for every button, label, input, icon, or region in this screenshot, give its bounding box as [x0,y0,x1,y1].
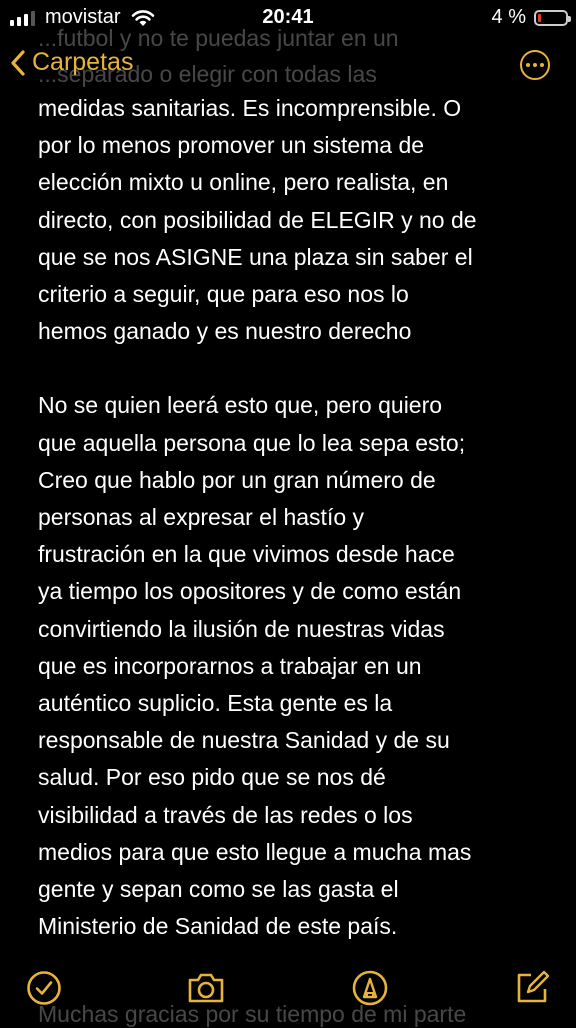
status-bar: movistar 20:41 4 % [0,0,576,34]
camera-button[interactable] [186,968,226,1008]
status-right: 4 % [491,6,571,29]
chevron-left-icon [11,49,25,76]
bottom-toolbar [0,952,576,1024]
battery-fill [538,13,541,22]
checklist-button[interactable] [24,968,64,1008]
note-body[interactable]: medidas sanitarias. Es incomprensible. O… [38,90,558,945]
pen-circle-icon [352,970,388,1006]
navigation-bar: Carpetas [0,34,576,96]
ellipsis-dot [540,63,544,67]
clock: 20:41 [262,6,314,28]
note-paragraph: medidas sanitarias. Es incomprensible. O… [38,95,477,345]
camera-icon [188,973,224,1003]
battery-percentage: 4 % [491,6,526,28]
back-label: Carpetas [32,48,134,76]
back-button[interactable]: Carpetas [10,48,133,77]
ellipsis-dot [533,63,537,67]
compose-button[interactable] [512,968,552,1008]
compose-icon [517,970,550,1003]
markup-button[interactable] [350,968,390,1008]
note-paragraph: No se quien leerá esto que, pero quiero … [38,392,472,940]
more-options-button[interactable] [520,50,550,80]
ellipsis-dot [526,63,530,67]
battery-icon [534,9,571,26]
checkmark-circle-icon [27,971,61,1005]
